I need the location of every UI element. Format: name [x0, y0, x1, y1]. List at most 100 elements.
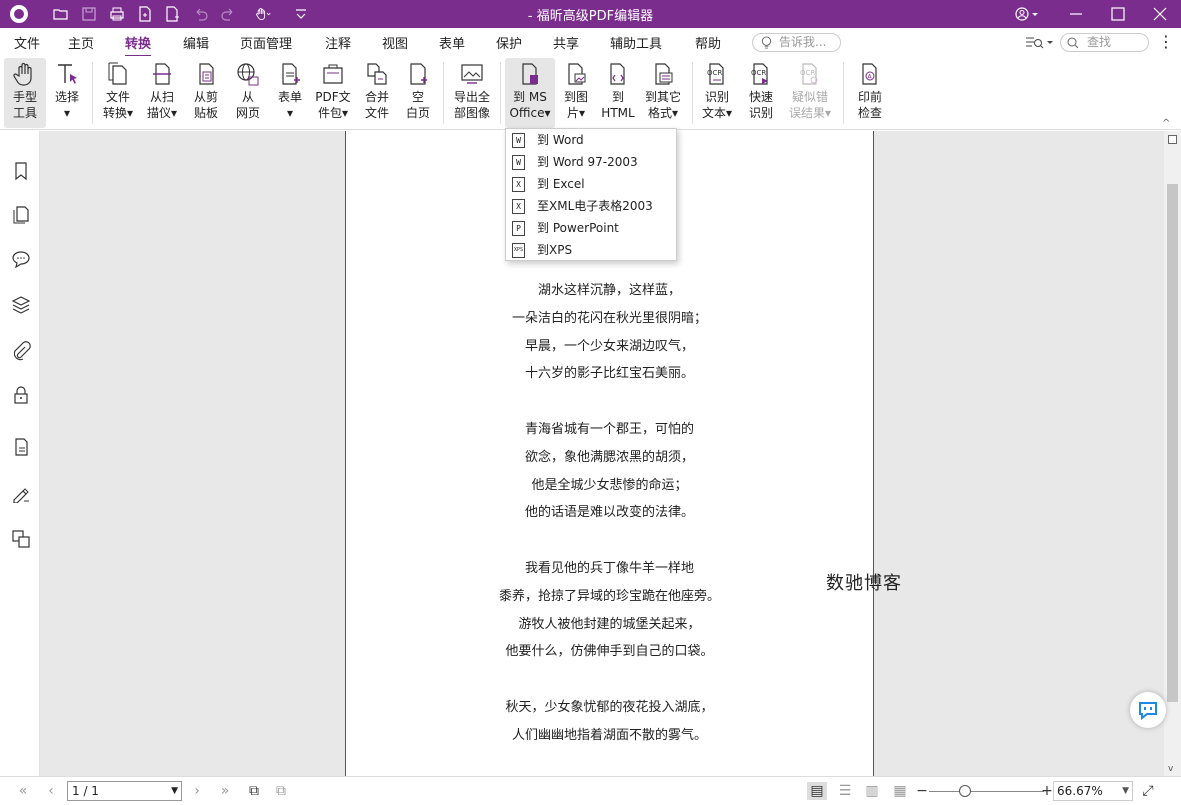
collapse-ribbon-icon[interactable]: ^: [1162, 118, 1174, 129]
more-options-icon[interactable]: ⋮: [1158, 33, 1174, 51]
menu-item-to-word-97[interactable]: W 到 Word 97-2003: [506, 151, 676, 173]
tab-form[interactable]: 表单: [439, 33, 465, 52]
separator: [843, 62, 844, 124]
tab-accessibility[interactable]: 辅助工具: [610, 33, 662, 52]
extract-page-icon[interactable]: ⧉: [271, 782, 291, 800]
to-other-formats-button[interactable]: 到其它 格式▾: [641, 58, 685, 128]
ocr-text-label-2: 文本▾: [701, 106, 733, 120]
hand-icon[interactable]: [250, 4, 276, 24]
select-text-icon: [58, 64, 77, 84]
previous-page-icon[interactable]: ‹: [41, 782, 61, 800]
hand-tool-button[interactable]: 手型 工具: [4, 58, 46, 128]
file-convert-button[interactable]: 文件 转换▾: [99, 58, 137, 128]
suspect-results-button[interactable]: OCR 疑似错 误结果▾: [785, 58, 835, 128]
from-clipboard-button[interactable]: 从剪 贴板: [187, 58, 225, 128]
to-html-button[interactable]: 到 HTML: [599, 58, 637, 128]
signature-icon[interactable]: [11, 483, 31, 504]
content-icon[interactable]: [11, 437, 31, 457]
from-scanner-button[interactable]: 从扫 描仪▾: [143, 58, 181, 128]
page-number-input[interactable]: 1 / 1 ▼: [67, 781, 182, 801]
export-images-button[interactable]: 导出全 部图像: [449, 58, 495, 128]
menu-item-to-excel[interactable]: X 到 Excel: [506, 173, 676, 195]
menu-item-to-xml-spreadsheet[interactable]: X 至XML电子表格2003: [506, 195, 676, 217]
tab-edit[interactable]: 编辑: [183, 33, 209, 52]
poem-line: 湖水这样沉静，这样蓝，: [537, 283, 681, 298]
select-button[interactable]: 选择 ▾: [50, 58, 84, 128]
menu-item-label: 到 PowerPoint: [537, 221, 619, 235]
undo-icon[interactable]: [190, 4, 212, 24]
form-button[interactable]: 表单 ▾: [273, 58, 307, 128]
fullscreen-icon[interactable]: ⤢: [1138, 782, 1158, 800]
app-logo[interactable]: [10, 5, 28, 23]
first-page-icon[interactable]: «: [13, 782, 33, 800]
pdf-portfolio-button[interactable]: PDF文 件包▾: [312, 58, 354, 128]
continuous-facing-icon[interactable]: ▦: [890, 782, 910, 800]
suspect-results-label-2: 误结果▾: [788, 106, 832, 120]
pages-icon[interactable]: [11, 205, 31, 225]
single-page-icon[interactable]: ▤: [807, 782, 827, 800]
word-icon: W: [512, 155, 525, 170]
tab-convert[interactable]: 转换: [125, 33, 152, 57]
customize-icon[interactable]: [290, 4, 312, 24]
close-button[interactable]: [1139, 0, 1181, 28]
ocr-text-button[interactable]: OCR 识别 文本▾: [698, 58, 736, 128]
comments-icon[interactable]: [11, 249, 31, 269]
html-icon: [610, 63, 625, 85]
tell-me-input[interactable]: 告诉我...: [752, 33, 841, 52]
account-icon[interactable]: [1005, 0, 1049, 28]
last-page-icon[interactable]: »: [215, 782, 235, 800]
search-input[interactable]: 查找: [1060, 33, 1149, 52]
assistant-chat-button[interactable]: [1130, 692, 1166, 728]
quick-ocr-button[interactable]: OCR 快速 识别: [742, 58, 780, 128]
rotate-view-icon[interactable]: ⧉: [244, 782, 264, 800]
new-icon[interactable]: [134, 4, 156, 24]
maximize-button[interactable]: [1097, 0, 1139, 28]
preflight-button[interactable]: A 印前 检查: [851, 58, 889, 128]
from-clipboard-label-2: 贴板: [193, 106, 218, 120]
print-icon[interactable]: [106, 4, 128, 24]
next-page-icon[interactable]: ›: [187, 782, 207, 800]
scroll-down-icon[interactable]: v: [1168, 764, 1173, 774]
new-blank-icon[interactable]: [161, 4, 183, 24]
excel-icon: X: [512, 199, 525, 214]
attachment-icon[interactable]: [11, 341, 31, 361]
bookmark-icon[interactable]: [11, 161, 31, 181]
redo-icon[interactable]: [217, 4, 239, 24]
tab-view[interactable]: 视图: [382, 33, 408, 52]
tab-file[interactable]: 文件: [14, 33, 40, 52]
to-ms-office-button[interactable]: 到 MS Office▾: [505, 58, 555, 128]
to-image-button[interactable]: 到图 片▾: [558, 58, 594, 128]
zoom-slider-thumb[interactable]: [959, 785, 971, 797]
scroll-up-button[interactable]: [1168, 135, 1177, 144]
zoom-level-select[interactable]: 66.67% ▼: [1053, 781, 1133, 801]
blank-page-button[interactable]: 空 白页: [400, 58, 436, 128]
menu-item-to-xps[interactable]: XPS 到XPS: [506, 239, 676, 261]
scroll-thumb[interactable]: [1167, 184, 1178, 702]
save-icon[interactable]: [78, 4, 100, 24]
layers-icon[interactable]: [11, 295, 31, 315]
ocr-text-label-1: 识别: [704, 90, 729, 104]
menu-item-to-powerpoint[interactable]: P 到 PowerPoint: [506, 217, 676, 239]
lock-icon[interactable]: [11, 385, 31, 405]
find-options-icon[interactable]: [1025, 34, 1055, 52]
compare-icon[interactable]: [11, 529, 31, 549]
minimize-button[interactable]: [1055, 0, 1097, 28]
office-export-icon: [522, 63, 538, 85]
vertical-scrollbar[interactable]: v: [1164, 131, 1181, 776]
from-web-button[interactable]: 从 网页: [229, 58, 267, 128]
tab-share[interactable]: 共享: [553, 33, 579, 52]
tab-comment[interactable]: 注释: [325, 33, 351, 52]
tab-help[interactable]: 帮助: [695, 33, 721, 52]
continuous-page-icon[interactable]: ☰: [835, 782, 855, 800]
facing-page-icon[interactable]: ▥: [862, 782, 882, 800]
tab-protect[interactable]: 保护: [496, 33, 522, 52]
open-icon[interactable]: [50, 4, 72, 24]
menu-bar: 文件 主页 转换 编辑 页面管理 注释 视图 表单 保护 共享 辅助工具 帮助: [0, 28, 1181, 57]
tab-organize[interactable]: 页面管理: [240, 33, 292, 52]
to-ms-office-label-2: Office▾: [509, 106, 551, 120]
tab-home[interactable]: 主页: [68, 33, 94, 52]
menu-item-to-word[interactable]: W 到 Word: [506, 129, 676, 151]
menu-item-label: 到 Word: [537, 133, 584, 147]
merge-files-button[interactable]: 合并 文件: [358, 58, 396, 128]
zoom-slider[interactable]: [929, 791, 1044, 792]
